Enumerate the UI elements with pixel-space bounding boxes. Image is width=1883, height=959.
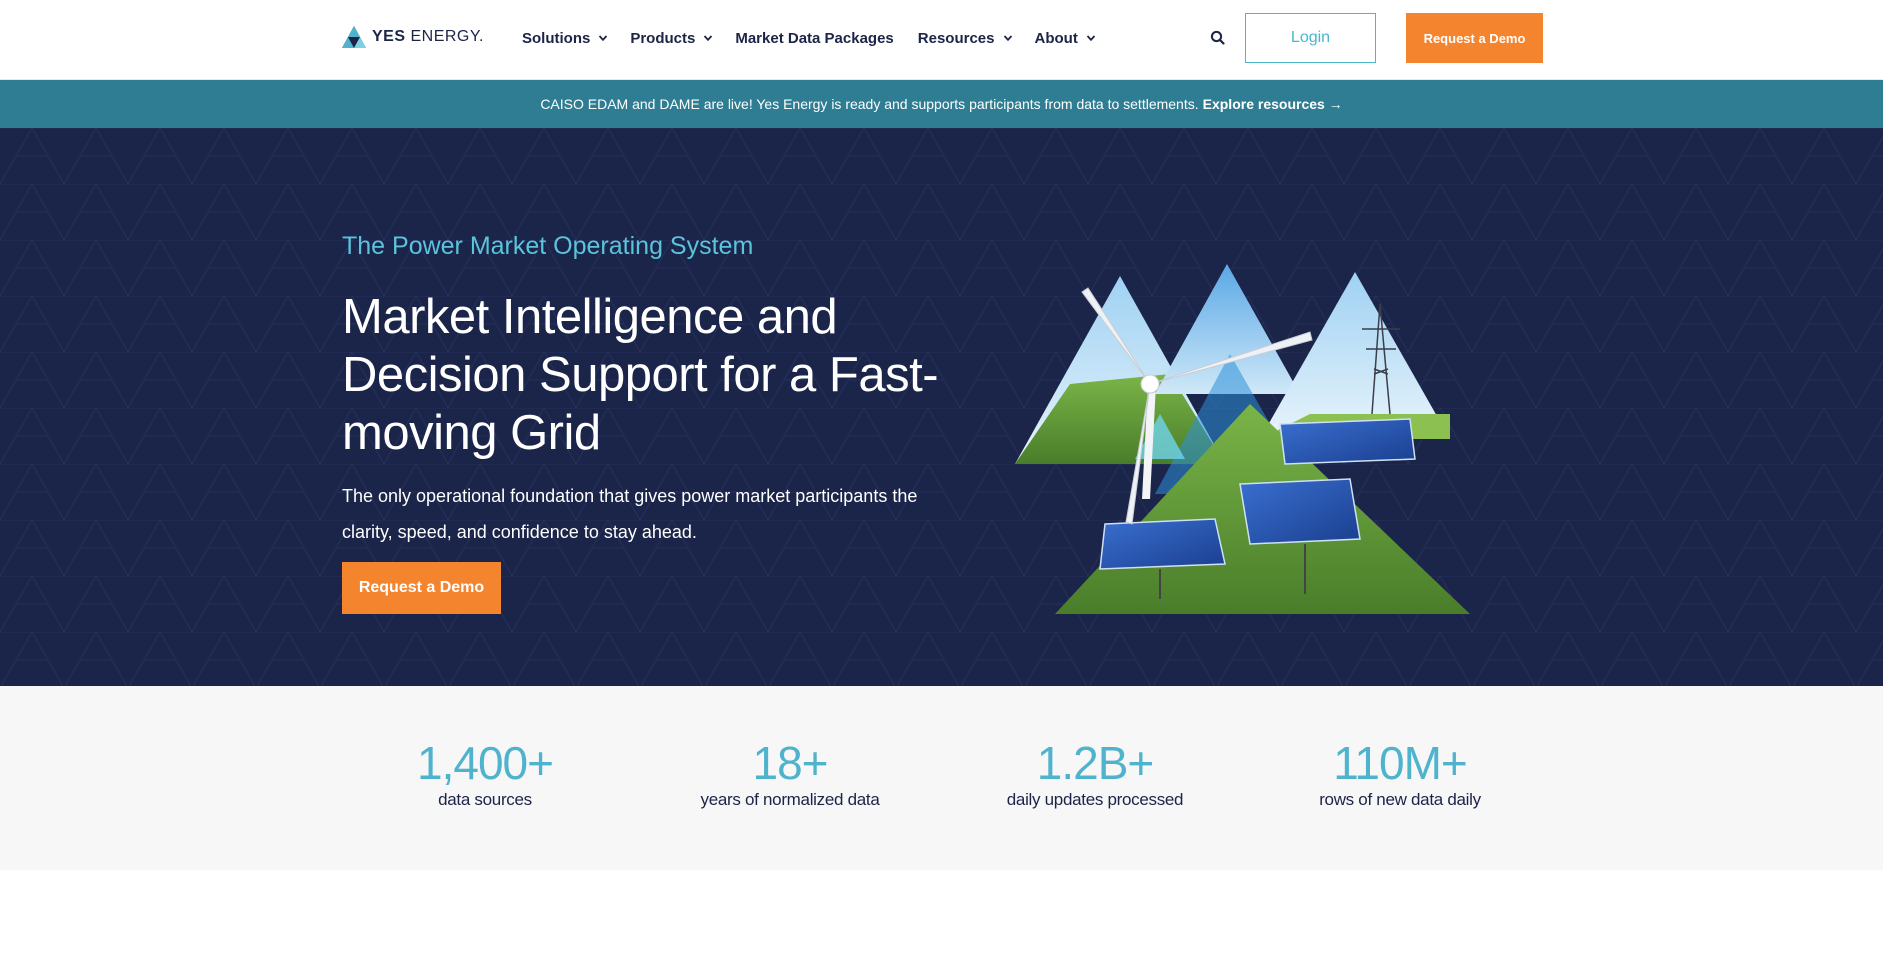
pylon-triangle [1260, 272, 1450, 439]
nav-item-products[interactable]: Products [630, 30, 713, 47]
hero-subtitle: The only operational foundation that giv… [342, 486, 918, 542]
announcement-text: CAISO EDAM and DAME are live! Yes Energy… [540, 96, 1199, 112]
chevron-down-icon [1086, 35, 1095, 42]
search-icon [1210, 30, 1225, 45]
explore-resources-link[interactable]: Explore resources → [1203, 96, 1343, 112]
announcement-bar: CAISO EDAM and DAME are live! Yes Energy… [0, 80, 1883, 128]
search-button[interactable] [1208, 28, 1228, 48]
stat-label: rows of new data daily [1319, 790, 1481, 809]
login-button[interactable]: Login [1245, 13, 1376, 63]
stat-value: 110M+ [1333, 737, 1468, 789]
stat-daily-updates: 1.2B+ daily updates processed [965, 738, 1225, 810]
stat-label: years of normalized data [700, 790, 880, 809]
stat-rows-new-data: 110M+ rows of new data daily [1270, 738, 1530, 810]
nav-item-label: Market Data Packages [735, 29, 894, 47]
nav-item-resources[interactable]: Resources [918, 30, 1013, 47]
nav-item-market-data-packages[interactable]: Market Data Packages [735, 30, 893, 47]
chevron-down-icon [1003, 35, 1012, 42]
stats-section: 1,400+ data sources 18+ years of normali… [0, 686, 1883, 870]
hero-eyebrow: The Power Market Operating System [342, 232, 754, 260]
nav-item-label: Resources [917, 29, 995, 47]
brand-wordmark: YES ENERGY. [372, 28, 484, 45]
stat-data-sources: 1,400+ data sources [355, 738, 615, 810]
nav-item-label: Solutions [522, 29, 591, 47]
chevron-down-icon [704, 35, 713, 42]
request-demo-button-hero[interactable]: Request a Demo [342, 562, 501, 614]
triangle-logo-icon [342, 26, 366, 48]
stat-value: 18+ [752, 737, 828, 789]
stat-years-normalized: 18+ years of normalized data [660, 738, 920, 810]
hero-section: The Power Market Operating System Market… [0, 128, 1883, 686]
stat-label: data sources [438, 790, 532, 809]
nav-item-about[interactable]: About [1035, 30, 1096, 47]
hero-title: Market Intelligence and Decision Support… [342, 290, 939, 460]
stat-value: 1.2B+ [1036, 737, 1155, 789]
chevron-down-icon [599, 35, 608, 42]
energy-triangles-illustration [1015, 264, 1470, 614]
nav-item-label: Products [630, 29, 696, 47]
brand-logo[interactable]: YES ENERGY. [342, 26, 484, 48]
nav-item-label: About [1034, 29, 1078, 47]
nav-item-solutions[interactable]: Solutions [522, 30, 608, 47]
stat-value: 1,400+ [417, 737, 554, 789]
request-demo-button-header[interactable]: Request a Demo [1406, 13, 1543, 63]
stat-label: daily updates processed [1006, 790, 1184, 809]
main-nav: Solutions Products Market Data Packages … [522, 0, 1118, 76]
site-header: YES ENERGY. Solutions Products Market Da… [0, 0, 1883, 80]
